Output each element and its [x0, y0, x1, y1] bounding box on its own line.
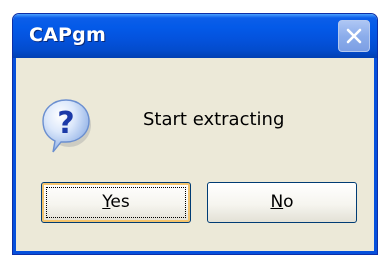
dialog-message: Start extracting [143, 109, 285, 130]
no-button-accelerator: N [270, 192, 284, 212]
yes-button[interactable]: Yes [41, 182, 191, 223]
dialog-window: CAPgm ? Start extracting Yes No [12, 13, 378, 255]
focus-rectangle [46, 187, 186, 218]
window-frame-left [13, 58, 16, 254]
title-bar[interactable]: CAPgm [13, 14, 377, 58]
svg-text:?: ? [57, 106, 74, 141]
no-button-label: o [283, 192, 294, 212]
close-button[interactable] [338, 20, 370, 52]
window-frame-right [374, 58, 377, 254]
no-button[interactable]: No [207, 182, 357, 223]
window-title: CAPgm [29, 24, 106, 46]
question-icon: ? [42, 99, 91, 153]
window-frame-bottom [13, 251, 377, 254]
close-icon [346, 28, 362, 44]
